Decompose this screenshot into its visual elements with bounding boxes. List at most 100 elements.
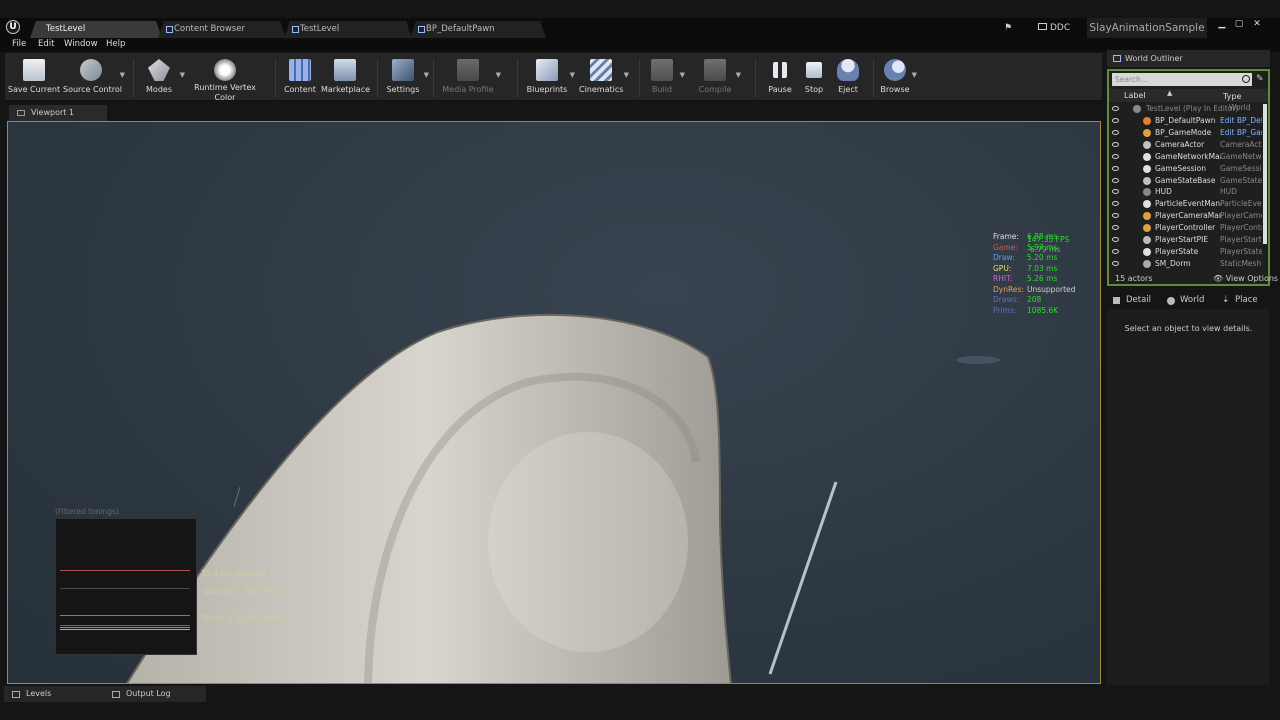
save-current-button[interactable]: Save Current (7, 57, 61, 99)
outliner-row[interactable]: PlayerController PlayerController (1109, 222, 1264, 234)
minimize-button[interactable]: ▁ (1217, 20, 1227, 29)
output-log-icon (112, 691, 120, 698)
content-button[interactable]: Content (283, 57, 317, 99)
marketplace-button[interactable]: Marketplace (321, 57, 370, 99)
visibility-eye-icon[interactable] (1112, 189, 1119, 195)
outliner-row[interactable]: HUD HUD (1109, 186, 1264, 198)
blueprints-button[interactable]: Blueprints ▼ (525, 57, 575, 99)
alert-line (60, 615, 190, 616)
outliner-row[interactable]: ParticleEventManagerParticleEventManager (1109, 198, 1264, 210)
chevron-down-icon[interactable]: ▼ (424, 71, 429, 79)
ddc-indicator[interactable]: DDC (1038, 21, 1070, 35)
tab-testlevel-2[interactable]: TestLevel (284, 21, 412, 38)
view-options-button[interactable]: 👁 View Options ▾ (1213, 272, 1280, 285)
outliner-row[interactable]: BP_DefaultPawn Edit BP_DefaultPawn (1109, 115, 1264, 127)
tab-world[interactable]: World (1163, 292, 1204, 309)
menu-edit[interactable]: Edit (38, 39, 54, 49)
runtime-vertex-color-button[interactable]: Runtime Vertex Color Paint & Detection (185, 57, 265, 112)
outliner-row[interactable]: PlayerCameraManagerPlayerCameraManager (1109, 210, 1264, 222)
notification-icon[interactable]: ⚑ (1004, 21, 1012, 35)
settings-button[interactable]: Settings ▼ (383, 57, 429, 99)
visibility-eye-icon[interactable] (1112, 141, 1119, 147)
column-type[interactable]: Type (1223, 92, 1241, 101)
cinematics-button[interactable]: Cinematics ▼ (579, 57, 629, 99)
level-viewport[interactable]: 147.35 FPS 6.79 ms Frame: 6.88 ms Game: 5.9… (7, 121, 1101, 684)
visibility-eye-icon[interactable] (1112, 260, 1119, 266)
source-control-button[interactable]: Source Control ▼ (63, 57, 125, 99)
visibility-eye-icon[interactable] (1112, 225, 1119, 231)
visibility-eye-icon[interactable] (1112, 201, 1119, 207)
visibility-eye-icon[interactable] (1112, 237, 1119, 242)
button-label: Settings (386, 85, 420, 94)
tab-levels[interactable]: Levels (4, 686, 104, 702)
outliner-search-input[interactable]: Search... (1112, 73, 1252, 86)
actor-icon (1143, 176, 1151, 185)
tab-bp-defaultpawn[interactable]: BP_DefaultPawn (410, 21, 546, 38)
visibility-eye-icon[interactable] (1112, 106, 1119, 111)
pause-button[interactable]: Pause (765, 57, 795, 99)
outliner-row[interactable]: PlayerStartPIE PlayerStart (1109, 234, 1264, 246)
stop-button[interactable]: Stop (799, 57, 829, 99)
button-label: Media Profile (442, 85, 494, 94)
menu-help[interactable]: Help (106, 39, 125, 49)
outliner-row[interactable]: GameSession GameSession (1109, 163, 1264, 175)
chevron-down-icon[interactable]: ▼ (624, 71, 629, 79)
chevron-down-icon[interactable]: ▼ (912, 71, 917, 79)
tab-label: Levels (26, 689, 52, 698)
blueprint-icon (418, 26, 425, 33)
media-profile-icon (457, 59, 479, 81)
tab-detail[interactable]: Detail (1109, 292, 1151, 309)
browse-button[interactable]: Browse ▼ (879, 57, 917, 99)
marketplace-icon (334, 59, 356, 81)
globe-icon (1167, 297, 1175, 305)
build-button[interactable]: Build ▼ (645, 57, 685, 99)
close-button[interactable]: ✕ (1252, 20, 1262, 29)
thin-streak-object (768, 481, 838, 675)
visibility-eye-icon[interactable] (1112, 213, 1119, 219)
chevron-down-icon[interactable]: ▼ (736, 71, 741, 79)
button-label: Blueprints (526, 85, 568, 94)
outliner-row[interactable]: BP_GameMode Edit BP_GameMode (1109, 127, 1264, 139)
chevron-down-icon[interactable]: ▼ (570, 71, 575, 79)
maximize-button[interactable]: ▢ (1234, 20, 1244, 29)
tab-output-log[interactable]: Output Log (104, 686, 206, 702)
world-outliner-tab[interactable]: World Outliner (1107, 50, 1270, 67)
chevron-down-icon[interactable]: ▼ (496, 71, 501, 79)
visibility-eye-icon[interactable] (1112, 129, 1119, 135)
menu-file[interactable]: File (12, 39, 26, 49)
visibility-eye-icon[interactable] (1112, 165, 1119, 171)
tab-content-browser[interactable]: Content Browser (158, 21, 286, 38)
actor-icon (1143, 128, 1151, 137)
outliner-row[interactable]: PlayerState PlayerState (1109, 246, 1264, 258)
edit-blueprint-link[interactable]: Edit BP_GameMode (1220, 127, 1262, 139)
sort-arrow-icon[interactable]: ▲ (1167, 89, 1172, 97)
chevron-down-icon[interactable]: ▼ (680, 71, 685, 79)
tab-place[interactable]: ⇣ Place (1218, 292, 1258, 309)
visibility-eye-icon[interactable] (1112, 118, 1119, 123)
toolbar-divider (517, 59, 518, 97)
media-profile-button[interactable]: Media Profile ▼ (441, 57, 501, 99)
eject-button[interactable]: Eject (833, 57, 863, 99)
outliner-options-icon[interactable]: ✎ (1256, 74, 1266, 85)
column-label[interactable]: Label (1124, 91, 1146, 100)
outliner-scrollbar[interactable] (1263, 104, 1267, 244)
chevron-down-icon[interactable]: ▼ (120, 71, 125, 79)
search-icon[interactable] (1242, 75, 1250, 83)
edit-blueprint-link[interactable]: Edit BP_DefaultPawn (1220, 115, 1262, 127)
visibility-eye-icon[interactable] (1112, 153, 1119, 159)
actor-icon (1143, 152, 1151, 161)
modes-button[interactable]: Modes ▼ (139, 57, 185, 99)
outliner-row[interactable]: CameraActor CameraActor (1109, 139, 1264, 151)
visibility-eye-icon[interactable] (1112, 248, 1119, 254)
button-label: Save Current (7, 85, 61, 94)
unreal-logo-icon[interactable]: U (6, 20, 20, 34)
outliner-row[interactable]: GameNetworkManagerGameNetworkManager (1109, 151, 1264, 163)
menu-window[interactable]: Window (64, 39, 98, 49)
outliner-row[interactable]: GameStateBase GameStateBase (1109, 175, 1264, 187)
stat-key: DynRes: (993, 284, 1024, 294)
visibility-eye-icon[interactable] (1112, 177, 1119, 183)
tab-testlevel[interactable]: TestLevel (30, 21, 162, 38)
compile-button[interactable]: Compile ▼ (695, 57, 741, 99)
tab-viewport-1[interactable]: Viewport 1 (9, 105, 107, 121)
outliner-row[interactable]: SM_Dorm StaticMesh (1109, 258, 1264, 270)
